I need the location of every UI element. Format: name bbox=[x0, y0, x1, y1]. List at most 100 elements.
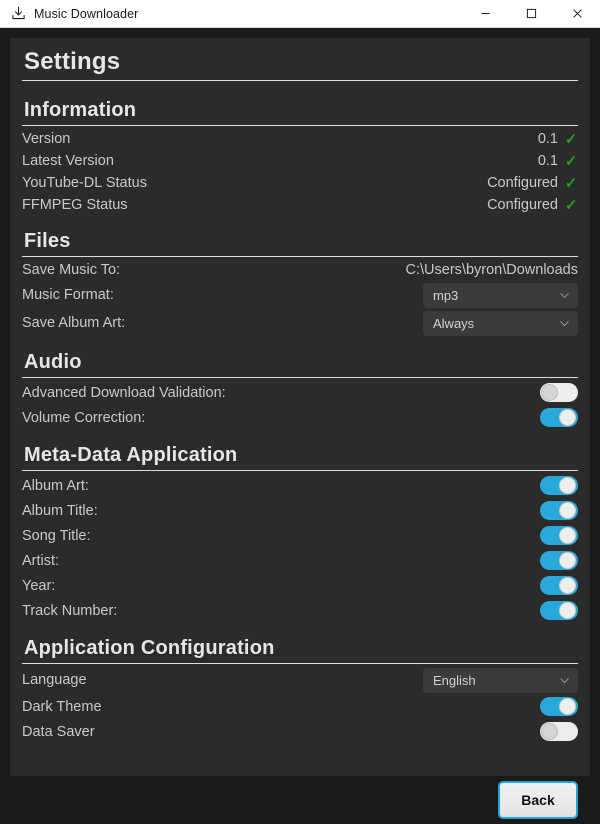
back-button[interactable]: Back bbox=[498, 781, 578, 819]
settings-row: Latest Version 0.1 ✓ bbox=[22, 150, 578, 172]
row-control bbox=[540, 476, 578, 495]
row-value: Configured bbox=[487, 197, 558, 213]
section-divider bbox=[22, 470, 578, 471]
window-body: Settings Information Version 0.1 ✓ Latest Ve… bbox=[0, 28, 600, 824]
section-information: Information Version 0.1 ✓ Latest Version 0.1 ✓… bbox=[22, 97, 578, 216]
row-control bbox=[540, 697, 578, 716]
dropdown-value: English bbox=[433, 672, 476, 688]
toggle-switch[interactable] bbox=[540, 383, 578, 402]
settings-row: Year: bbox=[22, 573, 578, 598]
window-titlebar: Music Downloader bbox=[0, 0, 600, 28]
section-header-files: Files bbox=[24, 230, 71, 252]
check-icon: ✓ bbox=[564, 152, 578, 170]
close-button[interactable] bbox=[554, 0, 600, 28]
row-label: Latest Version bbox=[22, 153, 114, 169]
section-audio: Audio Advanced Download Validation: Volume… bbox=[22, 349, 578, 430]
settings-row: FFMPEG Status Configured ✓ bbox=[22, 194, 578, 216]
toggle-switch[interactable] bbox=[540, 501, 578, 520]
toggle-knob bbox=[541, 384, 558, 401]
row-control bbox=[540, 383, 578, 402]
page-title-divider bbox=[22, 80, 578, 81]
settings-row: Album Title: bbox=[22, 498, 578, 523]
row-control: Always bbox=[423, 310, 578, 336]
row-label: Dark Theme bbox=[22, 698, 102, 715]
section-divider bbox=[22, 125, 578, 126]
section-divider bbox=[22, 663, 578, 664]
check-icon: ✓ bbox=[564, 130, 578, 148]
close-icon bbox=[572, 9, 582, 18]
row-label: Year: bbox=[22, 577, 56, 594]
footer-bar: Back bbox=[10, 776, 590, 824]
row-label: Song Title: bbox=[22, 527, 91, 544]
row-label: Volume Correction: bbox=[22, 409, 146, 426]
settings-row: Song Title: bbox=[22, 523, 578, 548]
settings-row: Volume Correction: bbox=[22, 405, 578, 430]
settings-row: Language English bbox=[22, 666, 578, 694]
check-icon: ✓ bbox=[564, 196, 578, 214]
row-control: mp3 bbox=[423, 282, 578, 308]
row-control bbox=[540, 551, 578, 570]
toggle-knob bbox=[559, 577, 576, 594]
settings-sections: Information Version 0.1 ✓ Latest Version 0.1 ✓… bbox=[22, 97, 578, 744]
toggle-knob bbox=[559, 698, 576, 715]
settings-row: Data Saver bbox=[22, 719, 578, 744]
toggle-knob bbox=[541, 723, 558, 740]
row-control bbox=[540, 576, 578, 595]
toggle-knob bbox=[559, 502, 576, 519]
toggle-knob bbox=[559, 409, 576, 426]
maximize-button[interactable] bbox=[508, 0, 554, 28]
row-control bbox=[540, 526, 578, 545]
toggle-switch[interactable] bbox=[540, 476, 578, 495]
dropdown-files-2[interactable]: Always bbox=[423, 310, 578, 336]
settings-row: Advanced Download Validation: bbox=[22, 380, 578, 405]
settings-row: Track Number: bbox=[22, 598, 578, 623]
window-title: Music Downloader bbox=[34, 6, 139, 21]
minimize-icon bbox=[480, 13, 490, 14]
settings-row: Save Music To: C:\Users\byron\Downloads bbox=[22, 259, 578, 281]
dropdown-application-configuration-0[interactable]: English bbox=[423, 667, 578, 693]
row-label: FFMPEG Status bbox=[22, 197, 128, 213]
toggle-switch[interactable] bbox=[540, 576, 578, 595]
row-label: Advanced Download Validation: bbox=[22, 384, 226, 401]
row-label: Artist: bbox=[22, 552, 60, 569]
settings-row: Version 0.1 ✓ bbox=[22, 128, 578, 150]
section-header-application-configuration: Application Configuration bbox=[24, 637, 275, 659]
minimize-button[interactable] bbox=[462, 0, 508, 28]
row-control: Configured ✓ bbox=[487, 197, 578, 213]
row-label: Language bbox=[22, 672, 87, 688]
settings-row: Artist: bbox=[22, 548, 578, 573]
row-label: Track Number: bbox=[22, 602, 118, 619]
dropdown-files-1[interactable]: mp3 bbox=[423, 282, 578, 308]
dropdown-value: mp3 bbox=[433, 287, 459, 303]
check-icon: ✓ bbox=[564, 174, 578, 192]
settings-row: Music Format: mp3 bbox=[22, 281, 578, 309]
row-control bbox=[540, 501, 578, 520]
toggle-switch[interactable] bbox=[540, 697, 578, 716]
toggle-switch[interactable] bbox=[540, 722, 578, 741]
toggle-switch[interactable] bbox=[540, 408, 578, 427]
settings-row: Save Album Art: Always bbox=[22, 309, 578, 337]
row-label: Album Title: bbox=[22, 502, 98, 519]
section-files: Files Save Music To: C:\Users\byron\Downlo… bbox=[22, 228, 578, 337]
toggle-switch[interactable] bbox=[540, 526, 578, 545]
row-control: Configured ✓ bbox=[487, 175, 578, 191]
row-label: Music Format: bbox=[22, 287, 114, 303]
row-value: C:\Users\byron\Downloads bbox=[405, 262, 578, 278]
chevron-down-icon bbox=[560, 320, 569, 326]
chevron-down-icon bbox=[560, 292, 569, 298]
toggle-switch[interactable] bbox=[540, 551, 578, 570]
maximize-icon bbox=[526, 8, 536, 19]
row-value: 0.1 bbox=[537, 153, 558, 169]
window-controls bbox=[462, 0, 600, 28]
toggle-switch[interactable] bbox=[540, 601, 578, 620]
row-label: Save Album Art: bbox=[22, 315, 126, 331]
row-label: YouTube-DL Status bbox=[22, 175, 147, 191]
row-control bbox=[540, 408, 578, 427]
section-header-information: Information bbox=[24, 99, 137, 121]
section-header-meta-data-application: Meta-Data Application bbox=[24, 444, 238, 466]
settings-row: YouTube-DL Status Configured ✓ bbox=[22, 172, 578, 194]
section-divider bbox=[22, 256, 578, 257]
row-label: Album Art: bbox=[22, 477, 89, 494]
section-header-audio: Audio bbox=[24, 351, 82, 373]
row-control bbox=[540, 601, 578, 620]
